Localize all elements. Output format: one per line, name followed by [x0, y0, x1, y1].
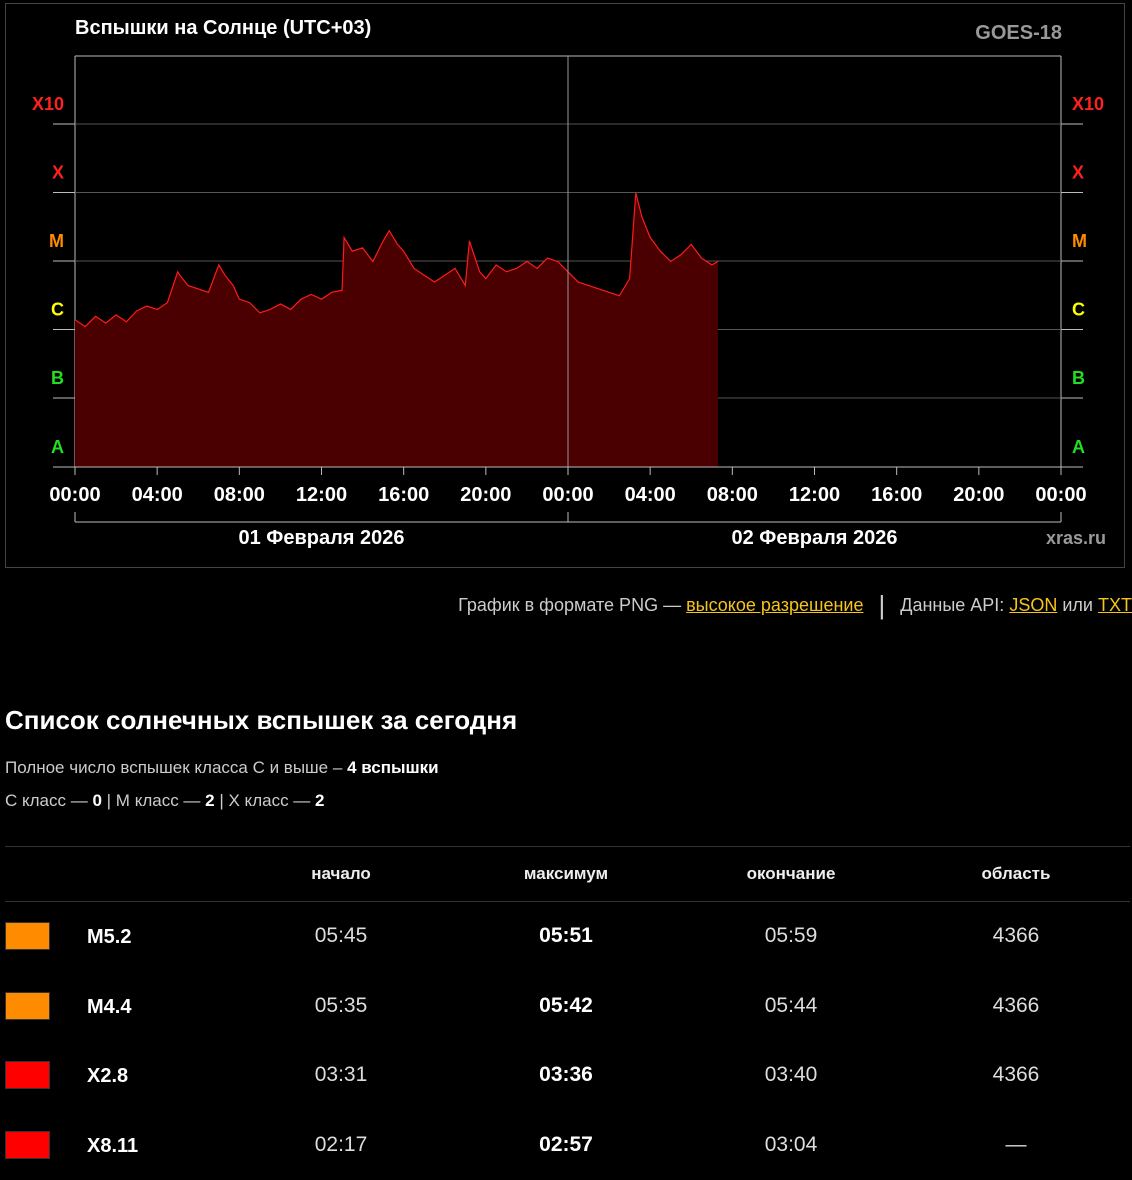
total-value: 4 вспышки	[347, 758, 439, 777]
flare-max: 02:57	[486, 1133, 646, 1157]
class-swatch	[5, 1061, 50, 1089]
class-swatch	[5, 1131, 50, 1159]
satellite-label: GOES-18	[975, 22, 1062, 44]
c-value: 0	[92, 791, 101, 810]
class-label-right: C	[1072, 300, 1085, 320]
flare-start: 05:35	[261, 994, 421, 1018]
date-label: 01 Февраля 2026	[238, 527, 404, 549]
flare-region: —	[936, 1133, 1096, 1157]
x-tick-label: 16:00	[378, 484, 429, 506]
x-tick-label: 08:00	[214, 484, 265, 506]
flares-heading: Список солнечных вспышек за сегодня	[5, 705, 517, 736]
class-label-right: A	[1072, 437, 1085, 457]
x-label: | X класс —	[219, 791, 310, 810]
table-row: X8.11 02:17 02:57 03:04 —	[5, 1111, 1130, 1180]
flare-class: M5.2	[87, 926, 131, 949]
flare-max: 03:36	[486, 1063, 646, 1087]
high-res-link[interactable]: высокое разрешение	[686, 595, 863, 615]
flare-start: 03:31	[261, 1063, 421, 1087]
total-text: Полное число вспышек класса C и выше –	[5, 758, 342, 777]
class-label-left: X	[52, 163, 64, 183]
table-header: начало максимум окончание область	[5, 846, 1130, 902]
date-label: 02 Февраля 2026	[731, 527, 897, 549]
col-region: область	[936, 864, 1096, 884]
flare-region: 4366	[936, 1063, 1096, 1087]
col-start: начало	[261, 864, 421, 884]
flare-class: M4.4	[87, 996, 131, 1019]
m-label: | M класс —	[107, 791, 201, 810]
flares-total: Полное число вспышек класса C и выше – 4…	[5, 758, 439, 778]
flare-end: 05:44	[711, 994, 871, 1018]
api-prefix: Данные API:	[900, 595, 1004, 615]
x-tick-label: 20:00	[460, 484, 511, 506]
x-tick-label: 12:00	[296, 484, 347, 506]
class-label-right: X10	[1072, 94, 1104, 114]
x-tick-label: 16:00	[871, 484, 922, 506]
credit-label: xras.ru	[1046, 528, 1106, 548]
flare-end: 03:40	[711, 1063, 871, 1087]
c-label: C класс —	[5, 791, 88, 810]
png-prefix: График в формате PNG —	[458, 595, 681, 615]
api-or: или	[1062, 595, 1093, 615]
separator: |	[878, 590, 885, 620]
flare-end: 03:04	[711, 1133, 871, 1157]
flare-region: 4366	[936, 924, 1096, 948]
col-max: максимум	[486, 864, 646, 884]
flare-class: X8.11	[87, 1135, 138, 1158]
flare-chart: Вспышки на Солнце (UTC+03) GOES-18 X10 X10 X…	[6, 4, 1126, 569]
x-tick-label: 08:00	[707, 484, 758, 506]
flare-class: X2.8	[87, 1065, 128, 1088]
class-label-left: X10	[32, 94, 64, 114]
class-swatch	[5, 922, 50, 950]
table-row: X2.8 03:31 03:36 03:40 4366	[5, 1041, 1130, 1111]
class-label-right: X	[1072, 163, 1084, 183]
flare-end: 05:59	[711, 924, 871, 948]
class-label-left: M	[49, 231, 64, 251]
x-tick-label: 00:00	[1035, 484, 1086, 506]
x-tick-label: 04:00	[625, 484, 676, 506]
col-end: окончание	[711, 864, 871, 884]
flare-chart-panel: Вспышки на Солнце (UTC+03) GOES-18 X10 X10 X…	[5, 3, 1125, 568]
chart-links: График в формате PNG — высокое разрешени…	[0, 590, 1132, 621]
flare-max: 05:42	[486, 994, 646, 1018]
x-tick-label: 00:00	[49, 484, 100, 506]
flare-start: 02:17	[261, 1133, 421, 1157]
m-value: 2	[205, 791, 214, 810]
class-label-right: B	[1072, 368, 1085, 388]
class-label-right: M	[1072, 231, 1087, 251]
flare-max: 05:51	[486, 924, 646, 948]
x-tick-label: 04:00	[132, 484, 183, 506]
flux-area	[75, 193, 718, 467]
json-link[interactable]: JSON	[1009, 595, 1057, 615]
flare-region: 4366	[936, 994, 1096, 1018]
x-tick-label: 20:00	[953, 484, 1004, 506]
table-row: M5.2 05:45 05:51 05:59 4366	[5, 902, 1130, 972]
x-tick-label: 00:00	[542, 484, 593, 506]
x-tick-label: 12:00	[789, 484, 840, 506]
class-label-left: A	[51, 437, 64, 457]
chart-title: Вспышки на Солнце (UTC+03)	[75, 17, 371, 39]
table-row: M4.4 05:35 05:42 05:44 4366	[5, 972, 1130, 1042]
class-swatch	[5, 992, 50, 1020]
class-label-left: B	[51, 368, 64, 388]
class-label-left: C	[51, 300, 64, 320]
flares-table: начало максимум окончание область M5.2 0…	[5, 846, 1130, 1180]
txt-link[interactable]: TXT	[1098, 595, 1132, 615]
x-value: 2	[315, 791, 324, 810]
flare-start: 05:45	[261, 924, 421, 948]
flares-class-counts: C класс — 0 | M класс — 2 | X класс — 2	[5, 791, 325, 811]
